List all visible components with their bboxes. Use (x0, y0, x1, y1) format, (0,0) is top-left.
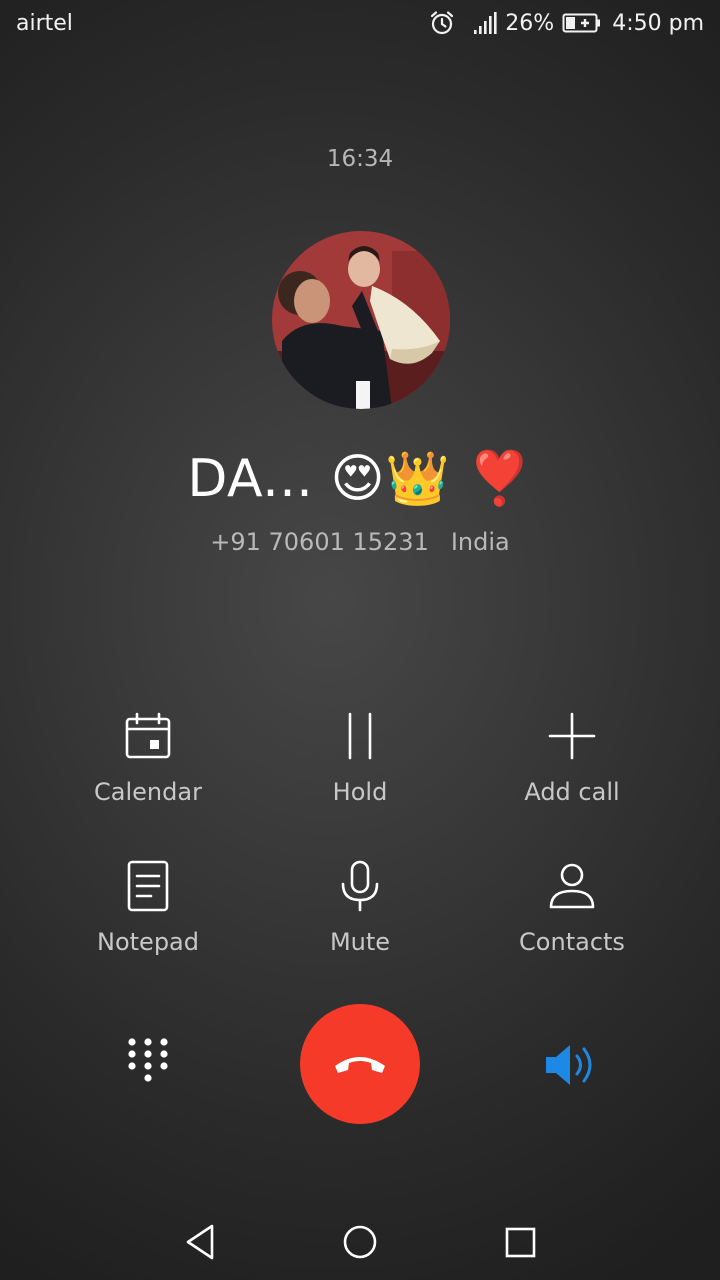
notepad-button[interactable]: Notepad (48, 860, 248, 956)
caller-name: DA... 😍👑 ❣️ (187, 449, 533, 509)
microphone-icon (260, 860, 460, 912)
recents-icon (505, 1227, 536, 1258)
add-call-label: Add call (524, 778, 620, 806)
end-call-button[interactable] (300, 1004, 420, 1124)
speaker-button[interactable] (542, 1040, 600, 1094)
caller-avatar (272, 231, 450, 409)
hold-button[interactable]: Hold (260, 710, 460, 806)
calendar-icon (48, 710, 248, 762)
mute-label: Mute (329, 928, 391, 956)
home-icon (343, 1225, 377, 1259)
hold-label: Hold (332, 778, 388, 806)
plus-icon (472, 710, 672, 762)
add-call-button[interactable]: Add call (472, 710, 672, 806)
notepad-label: Notepad (97, 928, 199, 956)
dialpad-icon (128, 1038, 168, 1082)
speaker-icon (546, 1045, 592, 1085)
call-timer: 16:34 (326, 146, 394, 172)
back-button[interactable] (182, 1222, 218, 1266)
contact-icon (472, 860, 672, 912)
recents-button[interactable] (503, 1222, 539, 1266)
caller-number-line: +91 70601 15231 India (0, 528, 720, 556)
home-button[interactable] (341, 1222, 379, 1266)
end-call-icon (335, 1057, 385, 1073)
dialpad-button[interactable] (124, 1036, 172, 1094)
calendar-label: Calendar (94, 778, 202, 806)
mute-button[interactable]: Mute (260, 860, 460, 956)
clock: 4:50 pm (612, 10, 704, 36)
battery-percent: 26% (505, 10, 555, 36)
caller-number: +91 70601 15231 (210, 528, 429, 556)
contacts-button[interactable]: Contacts (472, 860, 672, 956)
caller-location: India (450, 528, 510, 556)
hold-icon (260, 710, 460, 762)
calendar-button[interactable]: Calendar (48, 710, 248, 806)
status-bar: airtel 26% 4:50 pm (0, 0, 720, 50)
alarm-icon (429, 10, 455, 36)
status-icons: 26% 4:50 pm (429, 10, 704, 36)
navigation-bar (0, 1200, 720, 1280)
contacts-label: Contacts (519, 928, 625, 956)
battery-charging-icon (562, 12, 602, 34)
notepad-icon (48, 860, 248, 912)
back-icon (186, 1224, 214, 1260)
signal-icon (473, 11, 499, 35)
carrier-name: airtel (16, 11, 73, 36)
